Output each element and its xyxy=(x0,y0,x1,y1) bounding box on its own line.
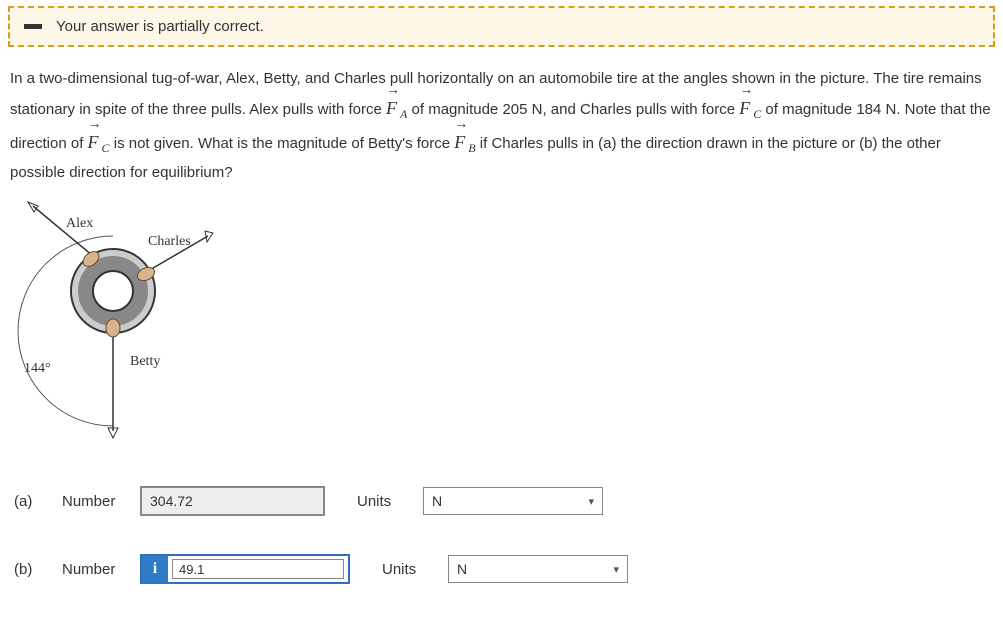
answer-row-a: (a) Number 304.72 Units N ▾ xyxy=(14,486,989,516)
number-input-a[interactable]: 304.72 xyxy=(140,486,325,516)
number-input-b[interactable]: 49.1 xyxy=(172,559,344,579)
part-a-label: (a) xyxy=(14,493,52,510)
units-label-b: Units xyxy=(382,561,432,578)
units-label-a: Units xyxy=(357,493,407,510)
units-select-b[interactable]: N ▾ xyxy=(448,555,628,583)
minus-icon xyxy=(24,24,42,29)
problem-mid3: is not given. What is the magnitude of B… xyxy=(114,135,455,152)
answer-row-b: (b) Number i 49.1 Units N ▾ xyxy=(14,554,989,584)
label-alex: Alex xyxy=(66,216,93,232)
status-text: Your answer is partially correct. xyxy=(56,18,264,35)
number-input-a-wrap: 304.72 xyxy=(140,486,325,516)
vector-fc2: FC xyxy=(88,135,114,152)
number-input-b-wrap: i 49.1 xyxy=(140,554,350,584)
figure: Alex Charles Betty 144° xyxy=(8,196,268,446)
vector-fc: FC xyxy=(739,101,765,118)
label-angle: 144° xyxy=(24,361,51,377)
vector-fa: FA xyxy=(386,101,412,118)
answers-section: (a) Number 304.72 Units N ▾ (b) Number i… xyxy=(8,486,995,584)
figure-svg xyxy=(8,196,268,446)
status-banner: Your answer is partially correct. xyxy=(8,6,995,47)
units-select-a[interactable]: N ▾ xyxy=(423,487,603,515)
label-betty: Betty xyxy=(130,354,160,370)
part-b-label: (b) xyxy=(14,561,52,578)
label-charles: Charles xyxy=(148,234,191,250)
chevron-down-icon: ▾ xyxy=(588,495,594,508)
units-value-b: N xyxy=(457,561,467,577)
number-label-b: Number xyxy=(62,561,130,578)
number-label-a: Number xyxy=(62,493,130,510)
vector-fb: FB xyxy=(454,135,480,152)
units-value-a: N xyxy=(432,493,442,509)
info-icon[interactable]: i xyxy=(142,556,168,582)
chevron-down-icon: ▾ xyxy=(613,563,619,576)
problem-statement: In a two-dimensional tug-of-war, Alex, B… xyxy=(8,65,995,186)
